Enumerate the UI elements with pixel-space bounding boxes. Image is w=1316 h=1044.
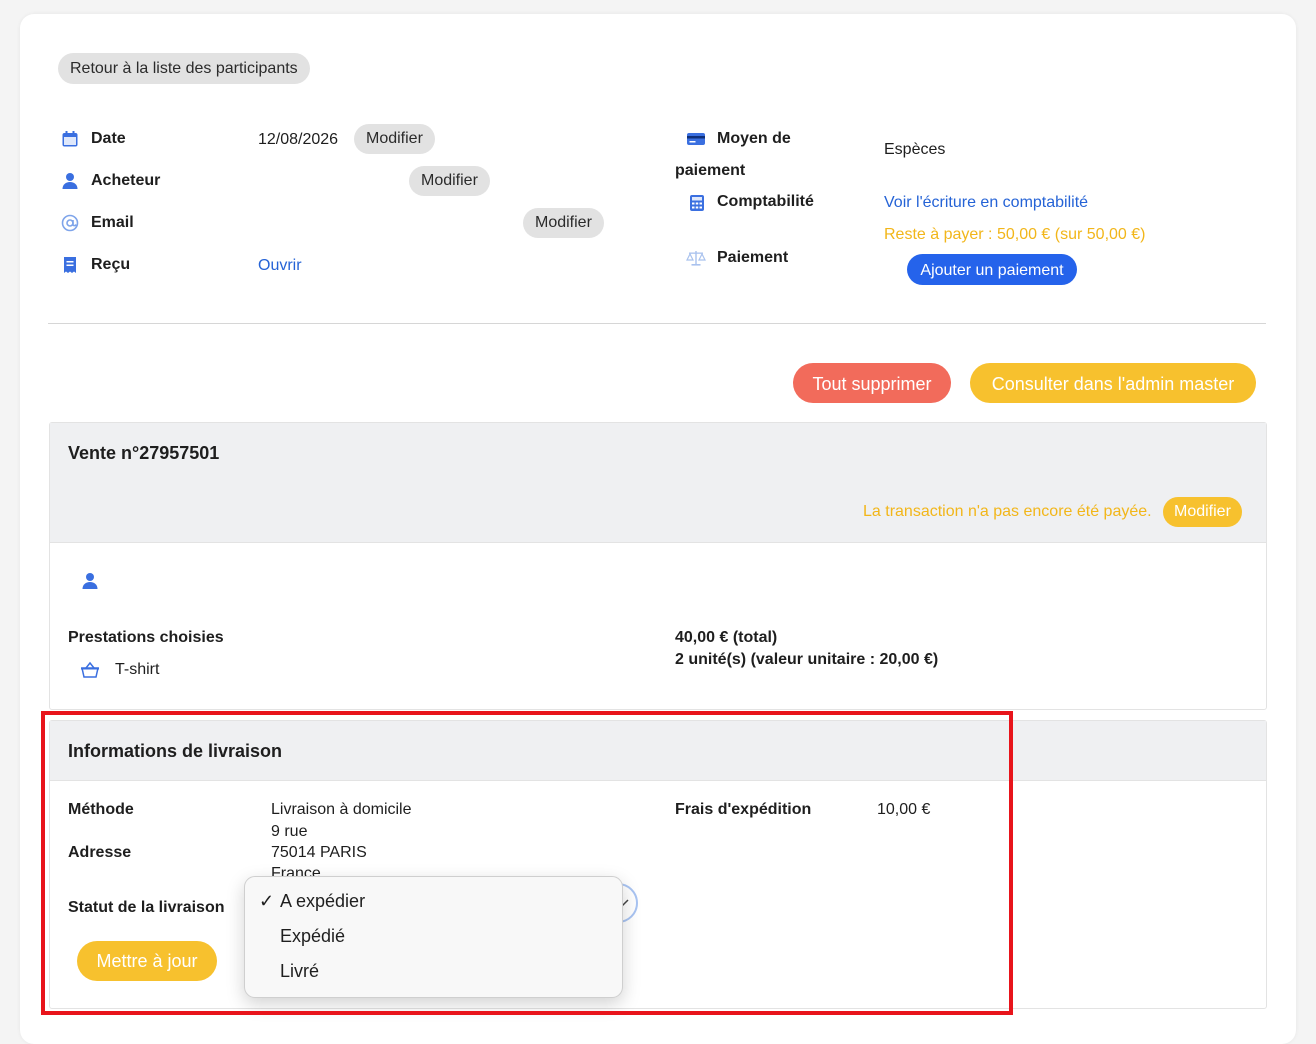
payment-method-value: Espèces bbox=[884, 141, 946, 158]
modify-email-button[interactable]: Modifier bbox=[523, 208, 604, 238]
date-value: 12/08/2026 bbox=[258, 131, 339, 148]
date-label: Date bbox=[91, 130, 126, 147]
back-to-participants-button[interactable]: Retour à la liste des participants bbox=[58, 53, 310, 84]
receipt-icon bbox=[64, 257, 76, 273]
participant-user-icon bbox=[82, 573, 98, 589]
item-total: 40,00 € (total) bbox=[675, 629, 778, 646]
unpaid-notice: La transaction n'a pas encore été payée. bbox=[863, 503, 1152, 520]
payment-label: Paiement bbox=[717, 249, 789, 266]
calculator-icon bbox=[690, 195, 704, 211]
payment-method-label: Moyen de bbox=[717, 130, 791, 147]
sale-panel: Vente n°27957501 La transaction n'a pas … bbox=[49, 422, 1267, 710]
item-name: T-shirt bbox=[115, 661, 160, 678]
calendar-icon bbox=[62, 131, 78, 147]
at-sign-icon bbox=[61, 214, 79, 232]
view-admin-master-button[interactable]: Consulter dans l'admin master bbox=[970, 363, 1256, 403]
item-units: 2 unité(s) (valeur unitaire : 20,00 €) bbox=[675, 651, 939, 668]
payment-method-label-cont: paiement bbox=[675, 162, 746, 179]
modify-buyer-button[interactable]: Modifier bbox=[409, 166, 490, 196]
receipt-label: Reçu bbox=[91, 256, 131, 273]
user-icon bbox=[62, 173, 78, 189]
scale-balance-icon bbox=[686, 251, 706, 266]
credit-card-icon bbox=[687, 133, 705, 145]
modify-date-button[interactable]: Modifier bbox=[354, 124, 435, 154]
section-divider bbox=[48, 323, 1266, 324]
remaining-to-pay-text: Reste à payer : 50,00 € (sur 50,00 €) bbox=[884, 226, 1146, 243]
basket-icon bbox=[81, 661, 99, 678]
services-label: Prestations choisies bbox=[68, 629, 224, 646]
highlight-frame bbox=[41, 711, 1013, 1015]
modify-transaction-button[interactable]: Modifier bbox=[1163, 497, 1242, 527]
buyer-label: Acheteur bbox=[91, 172, 161, 189]
add-payment-button[interactable]: Ajouter un paiement bbox=[907, 254, 1077, 285]
sale-panel-header: Vente n°27957501 La transaction n'a pas … bbox=[50, 423, 1266, 543]
sale-title: Vente n°27957501 bbox=[68, 443, 220, 463]
accounting-label: Comptabilité bbox=[717, 193, 814, 210]
view-accounting-entry-link[interactable]: Voir l'écriture en comptabilité bbox=[884, 194, 1088, 212]
open-receipt-link[interactable]: Ouvrir bbox=[258, 257, 302, 275]
delete-all-button[interactable]: Tout supprimer bbox=[793, 363, 951, 403]
email-label: Email bbox=[91, 214, 134, 231]
